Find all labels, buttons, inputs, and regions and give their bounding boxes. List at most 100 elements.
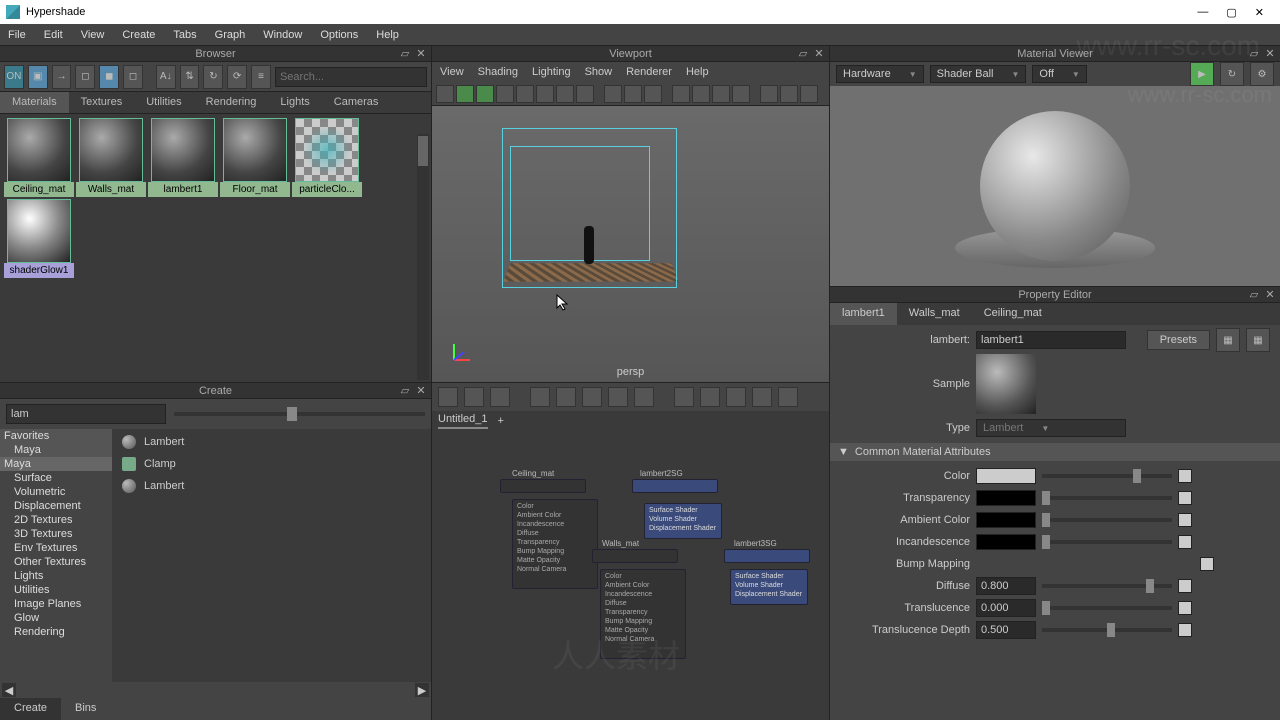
tree-item[interactable]: 2D Textures — [0, 513, 112, 527]
attr-value[interactable] — [976, 599, 1036, 617]
graph-tool-button[interactable] — [608, 387, 628, 407]
attr-slider[interactable] — [1042, 628, 1172, 632]
map-button[interactable] — [1178, 601, 1192, 615]
close-icon[interactable]: ✕ — [1264, 48, 1276, 60]
attr-slider[interactable] — [1042, 584, 1172, 588]
sort-button[interactable]: ⇅ — [180, 65, 200, 89]
map-button[interactable] — [1178, 579, 1192, 593]
sg-node[interactable]: Surface ShaderVolume ShaderDisplacement … — [644, 503, 722, 539]
vp-menu-help[interactable]: Help — [686, 66, 709, 78]
vp-tool-button[interactable] — [496, 85, 514, 103]
vp-tool-button[interactable] — [644, 85, 662, 103]
lighting-select[interactable]: Off — [1032, 65, 1086, 83]
attr-slider[interactable] — [1042, 540, 1172, 544]
sort-button[interactable]: A↓ — [156, 65, 176, 89]
tool-button[interactable]: ◻ — [75, 65, 95, 89]
tab-lights[interactable]: Lights — [268, 92, 321, 113]
presets-button[interactable]: Presets — [1147, 330, 1210, 350]
material-swatch[interactable]: Floor_mat — [220, 118, 290, 197]
vp-tool-button[interactable] — [712, 85, 730, 103]
name-field[interactable] — [976, 331, 1126, 349]
tree-item[interactable]: Glow — [0, 611, 112, 625]
tree-item[interactable]: Surface — [0, 471, 112, 485]
show-button[interactable]: ▦ — [1216, 328, 1240, 352]
menu-view[interactable]: View — [81, 29, 105, 41]
color-swatch[interactable] — [976, 468, 1036, 484]
maximize-button[interactable]: ▢ — [1226, 6, 1236, 19]
close-button[interactable]: ✕ — [1255, 6, 1264, 19]
restore-icon[interactable]: ▱ — [797, 48, 809, 60]
viewport-canvas[interactable]: persp — [432, 106, 829, 382]
tool-button[interactable]: → — [52, 65, 72, 89]
shader-node[interactable]: ColorAmbient ColorIncandescenceDiffuseTr… — [512, 499, 598, 589]
menu-window[interactable]: Window — [263, 29, 302, 41]
tool-button[interactable]: ◻ — [123, 65, 143, 89]
vp-tool-button[interactable] — [624, 85, 642, 103]
shader-node[interactable] — [592, 549, 678, 563]
vp-tool-button[interactable] — [456, 85, 474, 103]
vp-tool-button[interactable] — [732, 85, 750, 103]
hide-button[interactable]: ▦ — [1246, 328, 1270, 352]
close-icon[interactable]: ✕ — [415, 48, 427, 60]
menu-create[interactable]: Create — [122, 29, 155, 41]
tree-item[interactable]: 3D Textures — [0, 527, 112, 541]
tool-button[interactable]: ≡ — [251, 65, 271, 89]
menu-graph[interactable]: Graph — [215, 29, 246, 41]
vp-tool-button[interactable] — [760, 85, 778, 103]
map-button[interactable] — [1178, 535, 1192, 549]
type-select[interactable]: Lambert — [976, 419, 1126, 437]
search-input[interactable] — [275, 67, 427, 87]
shader-node[interactable] — [500, 479, 586, 493]
attr-slider[interactable] — [1042, 518, 1172, 522]
play-button[interactable]: ▶ — [1190, 62, 1214, 86]
tab-rendering[interactable]: Rendering — [194, 92, 269, 113]
restore-icon[interactable]: ▱ — [399, 48, 411, 60]
tree-item[interactable]: Utilities — [0, 583, 112, 597]
refresh-button[interactable]: ↻ — [1220, 62, 1244, 86]
vp-tool-button[interactable] — [436, 85, 454, 103]
select-mode-button[interactable]: ▣ — [28, 65, 48, 89]
prop-tab[interactable]: Walls_mat — [897, 303, 972, 325]
vp-tool-button[interactable] — [536, 85, 554, 103]
attr-slider[interactable] — [1042, 496, 1172, 500]
map-button[interactable] — [1178, 491, 1192, 505]
close-icon[interactable]: ✕ — [415, 385, 427, 397]
material-swatch[interactable]: lambert1 — [148, 118, 218, 197]
menu-file[interactable]: File — [8, 29, 26, 41]
graph-tool-button[interactable] — [726, 387, 746, 407]
sg-node[interactable] — [724, 549, 810, 563]
scrollbar[interactable] — [417, 134, 429, 380]
vp-tool-button[interactable] — [692, 85, 710, 103]
graph-tool-button[interactable] — [490, 387, 510, 407]
material-swatch[interactable]: Ceiling_mat — [4, 118, 74, 197]
menu-edit[interactable]: Edit — [44, 29, 63, 41]
toggle-on-button[interactable]: ON — [4, 65, 24, 89]
vp-tool-button[interactable] — [780, 85, 798, 103]
attr-slider[interactable] — [1042, 474, 1172, 478]
tree-item[interactable]: Env Textures — [0, 541, 112, 555]
tree-item[interactable]: Other Textures — [0, 555, 112, 569]
graph-tool-button[interactable] — [530, 387, 550, 407]
graph-tool-button[interactable] — [634, 387, 654, 407]
color-swatch[interactable] — [976, 490, 1036, 506]
graph-tool-button[interactable] — [752, 387, 772, 407]
vp-menu-view[interactable]: View — [440, 66, 464, 78]
tab-cameras[interactable]: Cameras — [322, 92, 391, 113]
vp-tool-button[interactable] — [672, 85, 690, 103]
tree-item[interactable]: Displacement — [0, 499, 112, 513]
map-button[interactable] — [1178, 623, 1192, 637]
graph-tool-button[interactable] — [438, 387, 458, 407]
vp-menu-show[interactable]: Show — [585, 66, 613, 78]
matviewer-canvas[interactable]: www.rr-sc.com — [830, 86, 1280, 286]
minimize-button[interactable]: — — [1197, 6, 1208, 19]
prop-tab[interactable]: lambert1 — [830, 303, 897, 325]
restore-icon[interactable]: ▱ — [1248, 289, 1260, 301]
vp-tool-button[interactable] — [604, 85, 622, 103]
renderer-select[interactable]: Hardware — [836, 65, 924, 83]
node-type-item[interactable]: Lambert — [114, 431, 429, 453]
sample-swatch[interactable] — [976, 354, 1036, 414]
graph-tool-button[interactable] — [582, 387, 602, 407]
color-swatch[interactable] — [976, 534, 1036, 550]
tool-button[interactable]: ◼ — [99, 65, 119, 89]
vp-tool-button[interactable] — [476, 85, 494, 103]
